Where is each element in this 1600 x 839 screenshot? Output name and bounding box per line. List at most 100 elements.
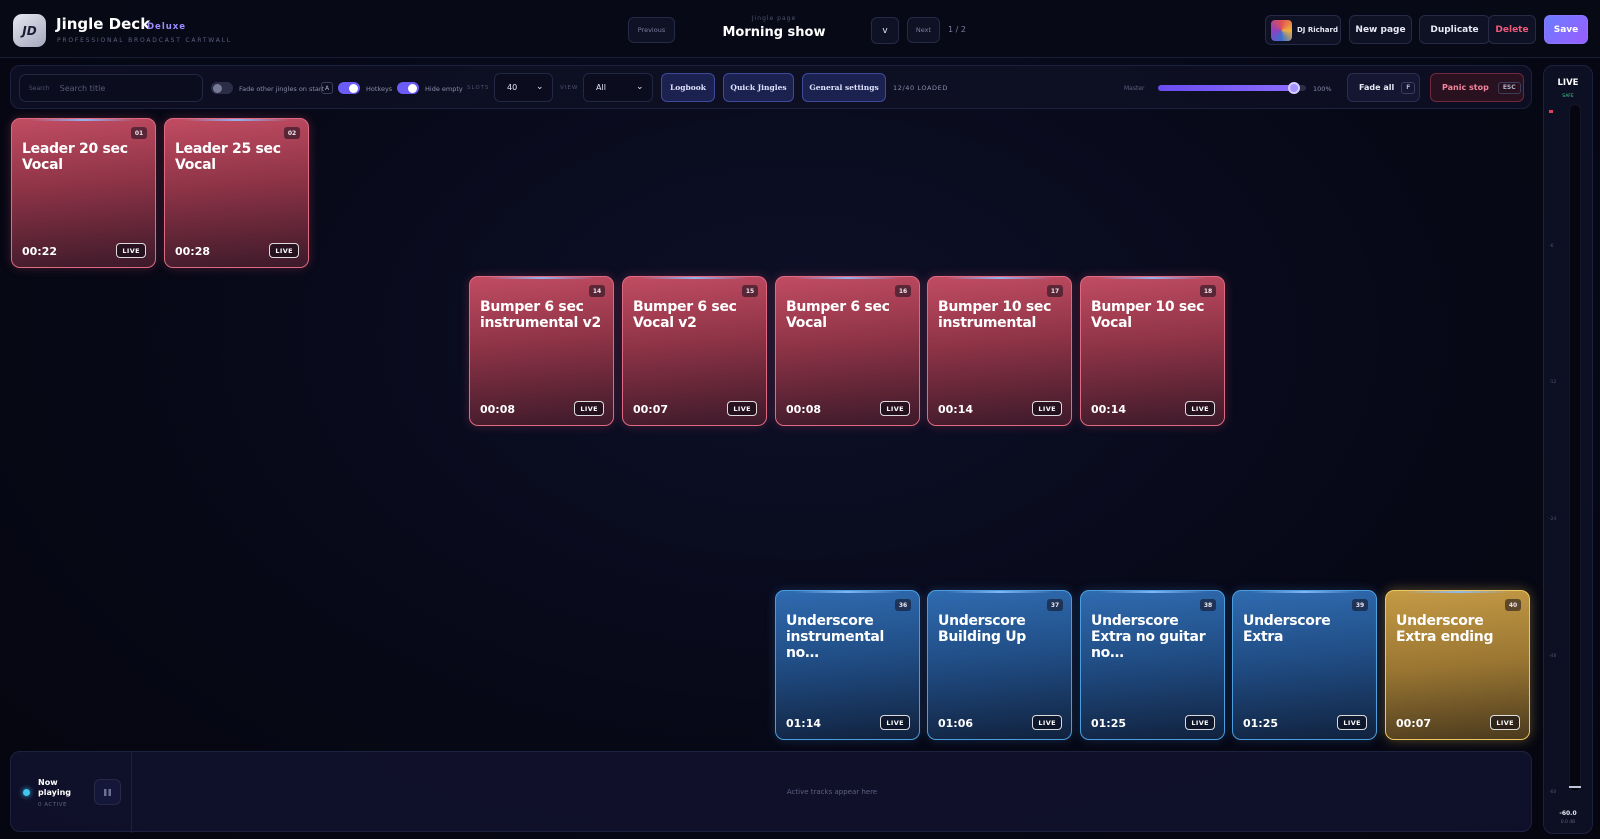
app-title: Jingle Deck (56, 15, 151, 33)
meter-tick: -60 (1549, 790, 1557, 795)
live-badge: LIVE (1185, 401, 1215, 416)
panic-stop-hotkey: ESC (1497, 81, 1521, 94)
duplicate-button[interactable]: Duplicate (1419, 15, 1490, 44)
logbook-button[interactable]: Logbook (661, 73, 715, 102)
next-page-button[interactable]: Next (907, 17, 940, 43)
pad-title: Bumper 6 sec Vocal (786, 299, 890, 331)
slots-value: 40 (507, 83, 518, 92)
meter-db-value: -60.0 (1559, 810, 1577, 817)
pad-number: 16 (895, 285, 911, 297)
page-counter: 1 / 2 (948, 25, 966, 34)
pad-title: Underscore Extra (1243, 613, 1331, 645)
live-badge: LIVE (1032, 401, 1062, 416)
pad-38[interactable]: 38 Underscore Extra no guitar no… 01:25 … (1080, 590, 1225, 740)
pad-37[interactable]: 37 Underscore Building Up 01:06 LIVE (927, 590, 1072, 740)
pad-title: Underscore Extra no guitar no… (1091, 613, 1206, 661)
pad-01[interactable]: 01 Leader 20 sec Vocal 00:22 LIVE (11, 118, 156, 268)
level-meter: LIVE SAFE -6 -12 -24 -48 -60 -60.0 0.0 d… (1543, 65, 1593, 834)
pad-number: 15 (742, 285, 758, 297)
delete-button[interactable]: Delete (1488, 15, 1536, 44)
chevron-down-icon: ⌄ (636, 82, 644, 92)
meter-safe-label: SAFE (1562, 94, 1574, 99)
meter-db-sub: 0.0 dB (1560, 820, 1576, 825)
live-badge: LIVE (1032, 715, 1062, 730)
view-value: All (596, 83, 606, 92)
pad-duration: 00:14 (938, 403, 974, 416)
fade-other-toggle[interactable] (211, 82, 233, 94)
live-badge: LIVE (727, 401, 757, 416)
fade-all-button[interactable]: Fade all F (1347, 73, 1420, 102)
previous-page-button[interactable]: Previous (628, 17, 675, 43)
pad-title: Bumper 10 sec Vocal (1091, 299, 1205, 331)
live-badge: LIVE (1490, 715, 1520, 730)
pad-duration: 00:08 (786, 403, 822, 416)
pad-duration: 01:25 (1091, 717, 1127, 730)
master-label: Master (1124, 85, 1145, 92)
now-playing-title: Now playing (38, 778, 71, 797)
fade-all-label: Fade all (1359, 83, 1395, 92)
meter-level-cap (1569, 786, 1581, 788)
view-select[interactable]: All ⌄ (583, 73, 653, 102)
pad-16[interactable]: 16 Bumper 6 sec Vocal 00:08 LIVE (775, 276, 920, 426)
fade-other-label: Fade other jingles on start (239, 85, 325, 93)
hotkeys-toggle[interactable] (338, 82, 360, 94)
page-label: Jingle page (751, 15, 797, 22)
pad-40[interactable]: 40 Underscore Extra ending 00:07 LIVE (1385, 590, 1530, 740)
pad-title: Bumper 6 sec instrumental v2 (480, 299, 601, 331)
status-indicator (23, 789, 30, 796)
pad-duration: 01:25 (1243, 717, 1279, 730)
app-edition: Deluxe (147, 22, 187, 32)
live-badge: LIVE (880, 401, 910, 416)
master-volume-slider[interactable] (1158, 82, 1306, 94)
pad-17[interactable]: 17 Bumper 10 sec instrumental 00:14 LIVE (927, 276, 1072, 426)
active-count: 0 ACTIVE (38, 802, 67, 808)
general-settings-button[interactable]: General settings (802, 73, 886, 102)
pad-36[interactable]: 36 Underscore instrumental no… 01:14 LIV… (775, 590, 920, 740)
meter-tick: -6 (1549, 244, 1554, 249)
pad-14[interactable]: 14 Bumper 6 sec instrumental v2 00:08 LI… (469, 276, 614, 426)
page-title: Morning show (722, 25, 826, 40)
new-page-button[interactable]: New page (1349, 15, 1412, 44)
pad-number: 40 (1505, 599, 1521, 611)
pad-39[interactable]: 39 Underscore Extra 01:25 LIVE (1232, 590, 1377, 740)
fade-all-hotkey: F (1401, 81, 1416, 94)
toolbar: Search Fade other jingles on start A Hot… (10, 65, 1532, 109)
slots-select[interactable]: 40 ⌄ (494, 73, 553, 102)
save-button[interactable]: Save (1544, 15, 1588, 44)
meter-tick: -24 (1549, 517, 1557, 522)
pad-title: Underscore Extra ending (1396, 613, 1494, 645)
pad-number: 18 (1200, 285, 1216, 297)
empty-state-text: Active tracks appear here (786, 788, 878, 796)
slots-label: SLOTS (467, 85, 490, 91)
pad-title: Leader 25 sec Vocal (175, 141, 281, 173)
pad-02[interactable]: 02 Leader 25 sec Vocal 00:28 LIVE (164, 118, 309, 268)
page-menu-button[interactable]: v (871, 17, 899, 44)
pad-number: 37 (1047, 599, 1063, 611)
master-volume-handle[interactable] (1288, 82, 1301, 94)
pause-button[interactable] (94, 779, 121, 805)
pad-duration: 00:28 (175, 245, 211, 258)
panic-stop-button[interactable]: Panic stop ESC (1430, 73, 1524, 102)
search-label: Search (29, 84, 50, 92)
hide-empty-toggle[interactable] (397, 82, 419, 94)
pad-number: 01 (131, 127, 147, 139)
search-input[interactable] (59, 83, 180, 93)
pad-title: Underscore instrumental no… (786, 613, 885, 661)
panic-stop-label: Panic stop (1442, 83, 1489, 92)
user-menu[interactable]: DJ Richard (1265, 15, 1341, 45)
pad-18[interactable]: 18 Bumper 10 sec Vocal 00:14 LIVE (1080, 276, 1225, 426)
meter-tick: -12 (1549, 380, 1557, 385)
search-box[interactable]: Search (19, 74, 203, 102)
loaded-count: 12/40 LOADED (893, 84, 948, 92)
pad-number: 14 (589, 285, 605, 297)
app-logo: JD (13, 14, 46, 47)
pad-15[interactable]: 15 Bumper 6 sec Vocal v2 00:07 LIVE (622, 276, 767, 426)
pad-title: Bumper 6 sec Vocal v2 (633, 299, 737, 331)
pad-number: 02 (284, 127, 300, 139)
quick-jingles-button[interactable]: Quick Jingles (723, 73, 794, 102)
pad-title: Bumper 10 sec instrumental (938, 299, 1052, 331)
hide-empty-label: Hide empty (425, 85, 463, 93)
live-badge: LIVE (116, 243, 146, 258)
peak-indicator (1549, 110, 1553, 113)
pad-duration: 01:06 (938, 717, 974, 730)
